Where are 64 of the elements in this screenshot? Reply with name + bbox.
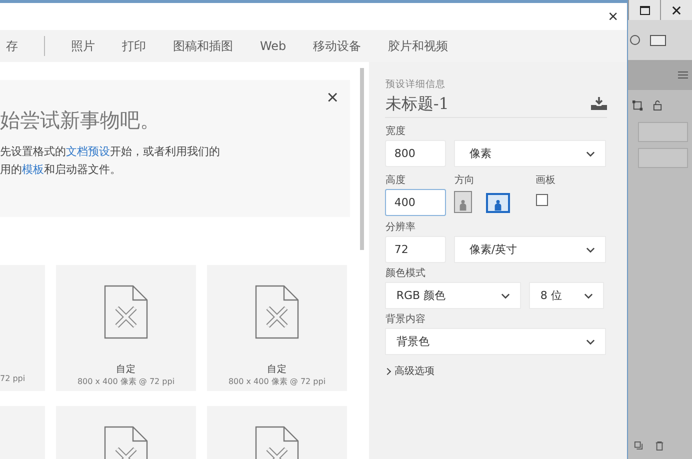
new-layer-icon[interactable] xyxy=(634,441,643,450)
menu-icon[interactable] xyxy=(678,71,688,79)
preset-card[interactable]: 自定 800 x 400 像素 @ 72 ppi xyxy=(56,265,196,391)
dropdown[interactable]: 背景色 xyxy=(385,328,606,355)
number-field[interactable]: 400 xyxy=(385,189,446,216)
chevron-icon xyxy=(586,150,596,156)
document-icon xyxy=(255,285,299,339)
trash-icon[interactable] xyxy=(655,441,664,451)
chevron-icon xyxy=(584,292,594,298)
field-label: 颜色模式 xyxy=(385,266,426,280)
preset-name: 自定 xyxy=(267,363,287,376)
close-button[interactable]: × xyxy=(602,8,624,26)
field-label: 高度 xyxy=(385,174,406,187)
field-label: 画板 xyxy=(535,174,556,187)
dropdown[interactable]: 像素/英寸 xyxy=(454,236,606,263)
chevron-icon xyxy=(501,292,510,298)
dropdown[interactable]: 像素 xyxy=(454,140,606,167)
scrollbar[interactable] xyxy=(360,68,364,250)
document-name-field[interactable]: 未标题-1 xyxy=(385,94,449,115)
tab[interactable]: 移动设备 xyxy=(313,38,362,54)
tab[interactable]: 图稿和插图 xyxy=(173,38,233,54)
save-preset-icon[interactable] xyxy=(591,97,607,110)
dropdown-value: 像素 xyxy=(469,146,492,161)
close-button[interactable]: × xyxy=(324,88,340,108)
transform-icon[interactable] xyxy=(632,100,643,111)
portrait-icon[interactable] xyxy=(454,191,472,213)
dropdown-value: 8 位 xyxy=(540,288,562,303)
dropdown[interactable]: 8 位 xyxy=(529,282,604,309)
preset-card[interactable]: 72 ppi xyxy=(0,265,45,391)
preset-name: 自定 xyxy=(116,363,136,376)
tab[interactable]: 打印 xyxy=(122,38,146,54)
preset-card[interactable]: 自定 800 x 400 像素 @ 72 ppi xyxy=(207,265,347,391)
landscape-icon[interactable] xyxy=(486,193,510,213)
link[interactable]: 模板 xyxy=(22,163,44,176)
welcome-text: 用的模板和启动器文件。 xyxy=(0,162,122,178)
field-label: 方向 xyxy=(454,174,476,187)
circle-icon[interactable] xyxy=(630,35,640,45)
dropdown-value: 背景色 xyxy=(396,334,430,349)
advanced-options-toggle[interactable]: 高级选项 xyxy=(385,364,607,378)
tab[interactable]: 胶片和视频 xyxy=(388,38,448,54)
field-label: 背景内容 xyxy=(385,312,426,326)
document-icon xyxy=(104,285,148,339)
tab[interactable]: 存 xyxy=(6,38,18,54)
link[interactable]: 文档预设 xyxy=(66,145,110,158)
panel-icon[interactable] xyxy=(650,34,666,46)
field-label: 宽度 xyxy=(385,124,406,138)
dropdown-value: 像素/英寸 xyxy=(469,242,518,257)
checkbox[interactable] xyxy=(536,194,548,206)
preset-size: 800 x 400 像素 @ 72 ppi xyxy=(228,376,326,388)
welcome-heading: 始尝试新事物吧。 xyxy=(0,107,161,134)
tab[interactable]: Web xyxy=(260,39,286,53)
number-field[interactable]: 72 xyxy=(385,236,446,263)
dropdown-value: RGB 颜色 xyxy=(396,288,446,303)
preset-size: 800 x 400 像素 @ 72 ppi xyxy=(77,376,175,388)
number-field[interactable]: 800 xyxy=(385,140,446,167)
preset-size: 72 ppi xyxy=(0,374,26,385)
lock-icon[interactable] xyxy=(653,100,662,111)
tab[interactable]: 照片 xyxy=(71,38,95,54)
dropdown[interactable]: RGB 颜色 xyxy=(385,282,522,309)
welcome-text: 先设置格式的文档预设开始，或者利用我们的 xyxy=(0,144,221,160)
section-label: 预设详细信息 xyxy=(385,78,446,91)
chevron-icon xyxy=(586,246,596,252)
chevron-icon xyxy=(586,338,596,344)
field-label: 分辨率 xyxy=(385,220,416,234)
